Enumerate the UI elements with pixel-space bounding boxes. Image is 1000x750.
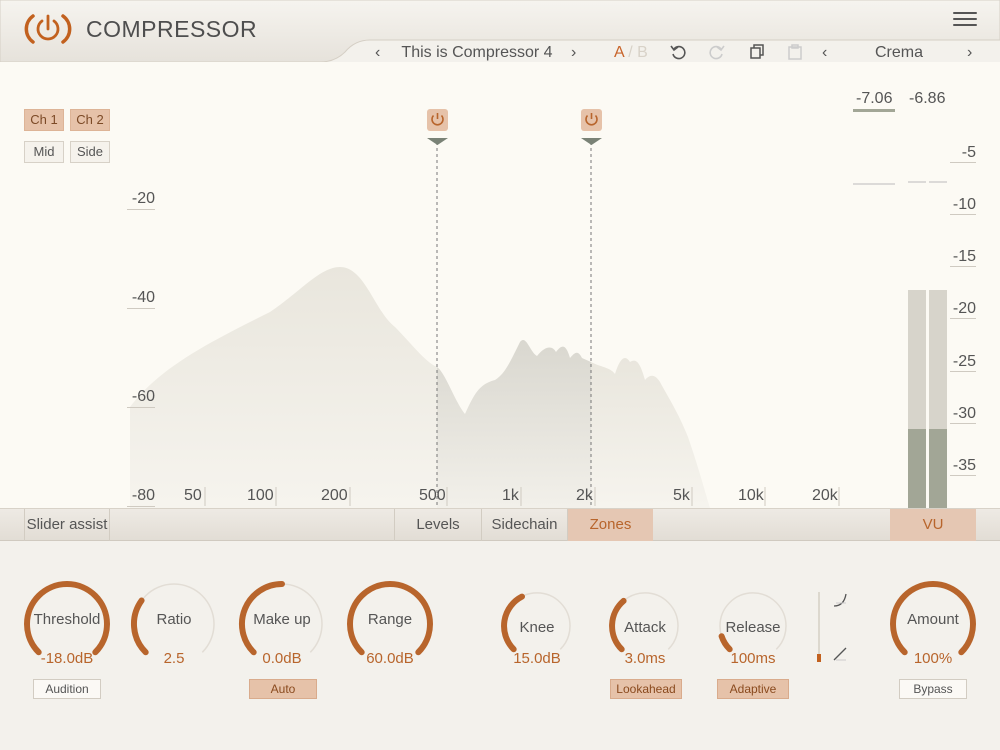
spectrum-curve-zone-2: [437, 339, 591, 508]
spectrum-graph[interactable]: Ch 1 Ch 2 Mid Side -20 -40 -60 -80 50 10…: [0, 62, 1000, 508]
preset-name[interactable]: This is Compressor 4: [392, 43, 562, 63]
ab-separator: /: [628, 44, 633, 61]
x-axis-label: 2k: [576, 487, 593, 504]
release-value[interactable]: 100ms: [713, 650, 793, 667]
copy-icon[interactable]: [749, 44, 765, 60]
curve-shape-slider[interactable]: [812, 590, 852, 666]
previous-preset-button[interactable]: ‹: [375, 43, 380, 63]
y-axis-label: -80: [127, 487, 155, 507]
amount-value[interactable]: 100%: [893, 650, 973, 667]
hamburger-menu-icon[interactable]: [953, 12, 977, 30]
bypass-button[interactable]: Bypass: [899, 679, 967, 699]
channel-1-toggle[interactable]: Ch 1: [24, 109, 64, 131]
zone-1-power-icon[interactable]: [427, 109, 448, 145]
next-theme-button[interactable]: ›: [967, 43, 972, 63]
x-axis-label: 100: [247, 487, 274, 504]
y-axis-label: -40: [127, 289, 155, 309]
knee-value[interactable]: 15.0dB: [497, 650, 577, 667]
ab-b-button[interactable]: B: [637, 44, 648, 61]
adaptive-button[interactable]: Adaptive: [717, 679, 789, 699]
paste-icon[interactable]: [787, 44, 803, 60]
linear-curve-icon: [833, 647, 847, 661]
undo-icon[interactable]: [670, 44, 686, 60]
tab-sidechain[interactable]: Sidechain: [481, 509, 567, 541]
mid-toggle[interactable]: Mid: [24, 141, 64, 163]
release-knob-value-arc: [718, 633, 733, 653]
left-meter-peak-value[interactable]: -7.06: [856, 90, 892, 108]
spectrum-display: [130, 109, 947, 508]
x-axis-label: 500: [419, 487, 446, 504]
previous-theme-button[interactable]: ‹: [822, 43, 827, 63]
view-tab-bar: Slider assist Levels Sidechain Zones VU: [0, 508, 1000, 541]
meter-scale-label: -10: [950, 196, 976, 215]
attack-value[interactable]: 3.0ms: [605, 650, 685, 667]
app-title: COMPRESSOR: [86, 16, 258, 42]
threshold-value[interactable]: -18.0dB: [27, 650, 107, 667]
theme-name[interactable]: Crema: [858, 43, 940, 63]
tab-levels[interactable]: Levels: [394, 509, 481, 541]
ab-compare: A / B: [614, 43, 648, 63]
meter-scale-label: -25: [950, 353, 976, 372]
tab-slider-assist[interactable]: Slider assist: [24, 509, 110, 541]
soft-curve-icon: [833, 593, 847, 607]
zone-2-power-icon[interactable]: [581, 109, 602, 145]
makeup-value[interactable]: 0.0dB: [242, 650, 322, 667]
meter-scale-label: -15: [950, 248, 976, 267]
x-axis-label: 20k: [812, 487, 838, 504]
makeup-label: Make up: [253, 611, 311, 628]
meter-scale-label: -35: [950, 457, 976, 476]
threshold-label: Threshold: [33, 611, 101, 628]
ratio-value[interactable]: 2.5: [134, 650, 214, 667]
x-axis-label: 200: [321, 487, 348, 504]
x-axis-label: 5k: [673, 487, 690, 504]
range-value[interactable]: 60.0dB: [350, 650, 430, 667]
meter-scale-label: -20: [950, 300, 976, 319]
x-axis-label: 10k: [738, 487, 764, 504]
ratio-label: Ratio: [156, 611, 192, 628]
x-axis-label: 1k: [502, 487, 519, 504]
redo-icon[interactable]: [709, 44, 725, 60]
meter-scale-label: -5: [950, 144, 976, 163]
release-label: Release: [725, 619, 781, 636]
side-toggle[interactable]: Side: [70, 141, 110, 163]
auto-makeup-button[interactable]: Auto: [249, 679, 317, 699]
spectrum-curve-zone-3: [591, 358, 710, 508]
vu-meters: [853, 109, 947, 508]
right-meter-peak-value[interactable]: -6.86: [909, 90, 945, 108]
x-axis-label: 50: [184, 487, 202, 504]
ab-a-button[interactable]: A: [614, 44, 624, 61]
y-axis-label: -20: [127, 190, 155, 210]
knee-label: Knee: [519, 619, 555, 636]
attack-label: Attack: [624, 619, 666, 636]
meter-scale-label: -30: [950, 405, 976, 424]
range-label: Range: [367, 611, 413, 628]
amount-label: Amount: [907, 611, 959, 628]
channel-2-toggle[interactable]: Ch 2: [70, 109, 110, 131]
audition-button[interactable]: Audition: [33, 679, 101, 699]
tab-zones[interactable]: Zones: [567, 509, 653, 541]
spectrum-curve: [130, 267, 437, 508]
logo-icon: [24, 14, 72, 44]
y-axis-label: -60: [127, 388, 155, 408]
next-preset-button[interactable]: ›: [571, 43, 576, 63]
tab-vu[interactable]: VU: [890, 509, 976, 541]
lookahead-button[interactable]: Lookahead: [610, 679, 682, 699]
